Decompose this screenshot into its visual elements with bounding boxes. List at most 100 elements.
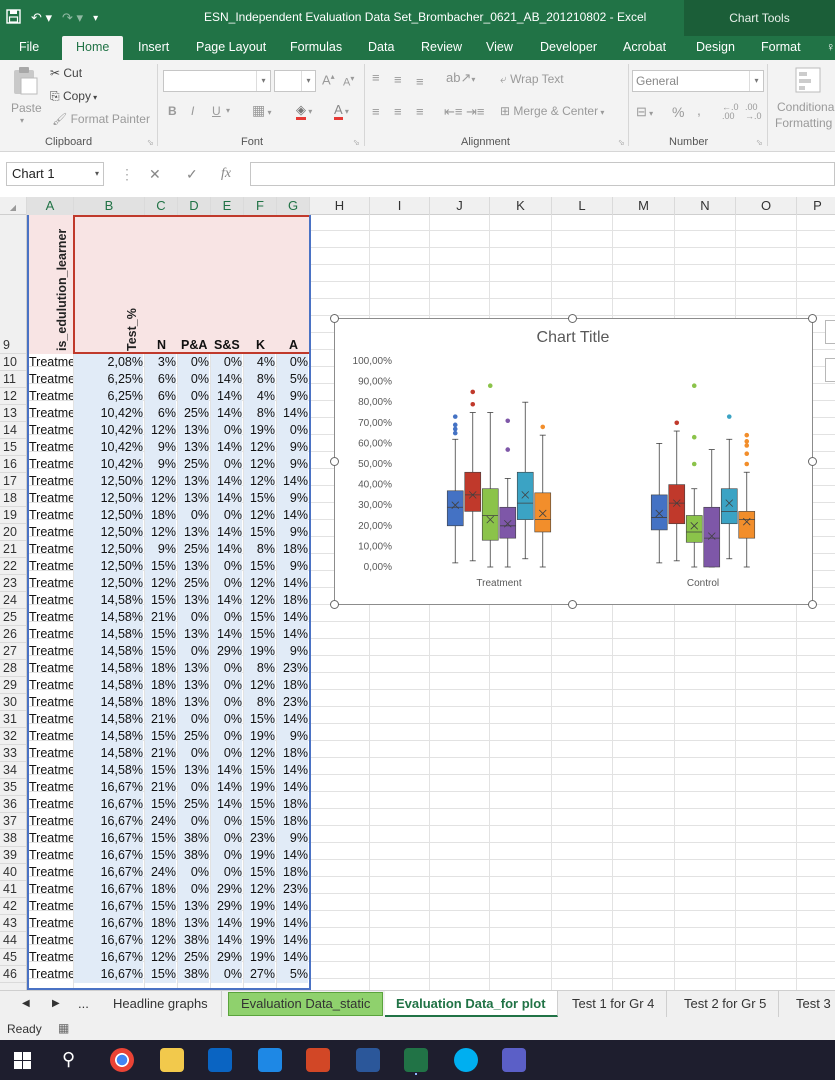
cell-b[interactable]: 16,67% — [74, 881, 143, 898]
resize-handle-top-left[interactable] — [330, 314, 339, 323]
excel-icon[interactable] — [404, 1048, 428, 1072]
row-header[interactable]: 32 — [0, 728, 26, 745]
cell-d[interactable]: 13% — [178, 473, 209, 490]
cell-c[interactable]: 9% — [145, 456, 176, 473]
cell-g[interactable]: 0% — [277, 422, 308, 439]
cell-c[interactable]: 18% — [145, 881, 176, 898]
cell-b[interactable]: 16,67% — [74, 830, 143, 847]
row-header[interactable]: 29 — [0, 677, 26, 694]
cell-d[interactable]: 13% — [178, 677, 209, 694]
cell-c[interactable]: 6% — [145, 371, 176, 388]
tab-formulas[interactable]: Formulas — [290, 36, 342, 60]
cell-g[interactable]: 14% — [277, 898, 308, 915]
cell-c[interactable]: 15% — [145, 592, 176, 609]
cell-a[interactable]: Treatme — [27, 694, 73, 711]
cell-b[interactable]: 6,25% — [74, 388, 143, 405]
cell-e[interactable]: 0% — [211, 847, 242, 864]
cell-g[interactable]: 14% — [277, 473, 308, 490]
cell-b[interactable]: 16,67% — [74, 847, 143, 864]
cell-e[interactable]: 14% — [211, 932, 242, 949]
cell-e[interactable]: 14% — [211, 490, 242, 507]
column-header[interactable]: F — [244, 197, 277, 215]
number-launcher-icon[interactable]: ⬂ — [756, 138, 763, 147]
sheet-tab-evaluation-data-for-plot[interactable]: Evaluation Data_for plot — [385, 991, 558, 1017]
cell-a[interactable]: Treatme — [27, 439, 73, 456]
customize-qat-icon[interactable]: ▾ — [93, 13, 98, 24]
cell-f[interactable]: 12% — [244, 592, 275, 609]
cell-c[interactable]: 12% — [145, 524, 176, 541]
cell-f[interactable]: 12% — [244, 473, 275, 490]
cell-g[interactable]: 14% — [277, 507, 308, 524]
row-header[interactable]: 27 — [0, 643, 26, 660]
cell-f[interactable]: 19% — [244, 949, 275, 966]
cell-f[interactable]: 8% — [244, 541, 275, 558]
cell-f[interactable]: 4% — [244, 388, 275, 405]
cell-e[interactable]: 29% — [211, 881, 242, 898]
cell-a[interactable]: Treatme — [27, 558, 73, 575]
cell-b[interactable]: 10,42% — [74, 439, 143, 456]
orientation-icon[interactable]: ab↗▾ — [446, 70, 475, 86]
row-header[interactable]: 38 — [0, 830, 26, 847]
cell-f[interactable]: 12% — [244, 881, 275, 898]
row-header[interactable]: 9 — [0, 215, 26, 354]
cell-g[interactable]: 14% — [277, 711, 308, 728]
cell-a[interactable]: Treatme — [27, 660, 73, 677]
decrease-font-icon[interactable]: A▾ — [343, 74, 354, 89]
cell-g[interactable]: 9% — [277, 524, 308, 541]
cell-e[interactable]: 0% — [211, 660, 242, 677]
align-middle-icon[interactable]: ≡ — [394, 72, 402, 87]
name-box[interactable]: Chart 1 ▾ — [6, 162, 104, 186]
cell-d[interactable]: 13% — [178, 490, 209, 507]
cell-c[interactable]: 21% — [145, 779, 176, 796]
row-header[interactable]: 42 — [0, 898, 26, 915]
cell-c[interactable]: 15% — [145, 966, 176, 983]
row-header[interactable]: 45 — [0, 949, 26, 966]
header-cell-e[interactable]: S&S — [214, 337, 240, 354]
cell-g[interactable]: 9% — [277, 830, 308, 847]
cell-c[interactable]: 18% — [145, 694, 176, 711]
column-header[interactable]: L — [552, 197, 613, 215]
cell-d[interactable]: 0% — [178, 643, 209, 660]
cell-b[interactable]: 14,58% — [74, 711, 143, 728]
cell-b[interactable]: 12,50% — [74, 541, 143, 558]
cell-b[interactable]: 16,67% — [74, 864, 143, 881]
cell-f[interactable]: 8% — [244, 694, 275, 711]
sheet-tab-headline-graphs[interactable]: Headline graphs — [100, 991, 222, 1017]
cell-d[interactable]: 13% — [178, 660, 209, 677]
powerpoint-icon[interactable] — [306, 1048, 330, 1072]
cell-e[interactable]: 0% — [211, 575, 242, 592]
cell-b[interactable]: 10,42% — [74, 456, 143, 473]
cell-b[interactable]: 6,25% — [74, 371, 143, 388]
clipboard-launcher-icon[interactable]: ⬂ — [147, 138, 154, 147]
row-header[interactable]: 19 — [0, 507, 26, 524]
header-cell-a[interactable]: is_edulution_learner — [55, 219, 69, 351]
row-header[interactable]: 16 — [0, 456, 26, 473]
cell-g[interactable]: 14% — [277, 915, 308, 932]
cell-b[interactable]: 14,58% — [74, 694, 143, 711]
row-header[interactable]: 17 — [0, 473, 26, 490]
merge-center-button[interactable]: ⊞ Merge & Center ▾ — [500, 104, 604, 118]
skype-icon[interactable] — [454, 1048, 478, 1072]
cell-c[interactable]: 15% — [145, 847, 176, 864]
cell-a[interactable]: Treatme — [27, 728, 73, 745]
alignment-launcher-icon[interactable]: ⬂ — [618, 138, 625, 147]
cell-a[interactable]: Treatme — [27, 796, 73, 813]
cell-b[interactable]: 16,67% — [74, 949, 143, 966]
cell-g[interactable]: 18% — [277, 796, 308, 813]
cell-e[interactable]: 14% — [211, 592, 242, 609]
cell-d[interactable]: 0% — [178, 711, 209, 728]
cell-c[interactable]: 18% — [145, 677, 176, 694]
wrap-text-button[interactable]: ⤶ Wrap Text — [500, 72, 564, 87]
column-header[interactable]: G — [277, 197, 310, 215]
cell-b[interactable]: 16,67% — [74, 932, 143, 949]
cell-g[interactable]: 9% — [277, 456, 308, 473]
formula-input[interactable] — [250, 162, 835, 186]
cell-e[interactable]: 0% — [211, 864, 242, 881]
row-header[interactable]: 25 — [0, 609, 26, 626]
cell-d[interactable]: 25% — [178, 541, 209, 558]
row-header[interactable]: 12 — [0, 388, 26, 405]
resize-handle-top-right[interactable] — [808, 314, 817, 323]
tab-view[interactable]: View — [486, 36, 513, 60]
cell-g[interactable]: 23% — [277, 694, 308, 711]
cell-e[interactable]: 0% — [211, 677, 242, 694]
